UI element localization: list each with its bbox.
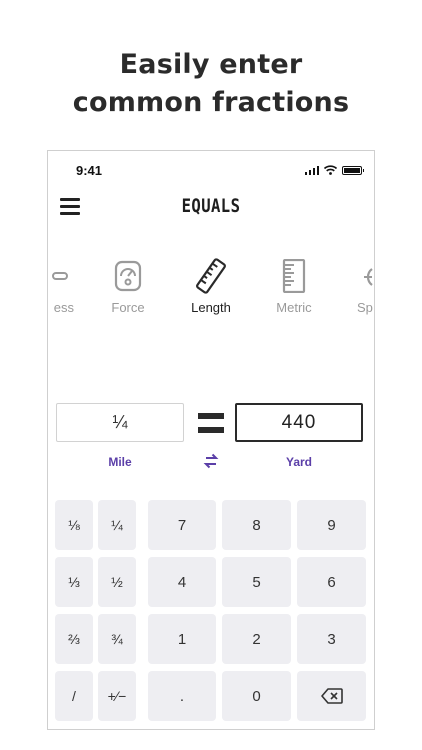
marketing-headline: Easily enter common fractions (0, 46, 422, 122)
key-1[interactable]: 1 (148, 614, 216, 664)
key-decimal[interactable]: . (148, 671, 216, 721)
key-two-thirds[interactable]: ⅔ (55, 614, 93, 664)
app-title: EQUALS (181, 195, 241, 217)
key-9[interactable]: 9 (297, 500, 366, 550)
key-2[interactable]: 2 (222, 614, 291, 664)
partial-icon (52, 272, 68, 280)
key-one-quarter[interactable]: ¼ (98, 500, 136, 550)
wifi-icon (324, 165, 337, 175)
category-label: Length (191, 300, 231, 315)
category-label: ess (53, 300, 74, 315)
key-one-eighth[interactable]: ⅛ (55, 500, 93, 550)
cellular-signal-icon (304, 165, 319, 175)
status-icons (304, 165, 364, 175)
category-speed-partial[interactable]: Sp (340, 256, 374, 315)
key-three-quarters[interactable]: ¾ (98, 614, 136, 664)
battery-icon (342, 165, 364, 175)
key-plus-minus[interactable]: +⁄− (98, 671, 136, 721)
backspace-key[interactable] (297, 671, 366, 721)
key-6[interactable]: 6 (297, 557, 366, 607)
category-length[interactable]: Length (176, 256, 246, 315)
key-fraction-slash[interactable]: / (55, 671, 93, 721)
to-value-input[interactable]: 440 (235, 403, 363, 442)
category-label: Metric (276, 300, 312, 315)
speed-icon (364, 268, 373, 286)
from-unit-selector[interactable]: Mile (56, 455, 184, 469)
key-7[interactable]: 7 (148, 500, 216, 550)
key-0[interactable]: 0 (222, 671, 291, 721)
scale-icon (114, 260, 142, 292)
key-one-third[interactable]: ⅓ (55, 557, 93, 607)
metric-ruler-icon (282, 259, 306, 293)
status-time: 9:41 (76, 163, 103, 178)
swap-units-icon[interactable] (203, 452, 219, 470)
headline-line-1: Easily enter (119, 49, 303, 80)
key-3[interactable]: 3 (297, 614, 366, 664)
category-metric[interactable]: Metric (259, 256, 329, 315)
key-8[interactable]: 8 (222, 500, 291, 550)
category-label: Sp (357, 300, 373, 315)
category-label: Force (111, 300, 145, 315)
headline-line-2: common fractions (72, 87, 350, 118)
category-force[interactable]: Force (93, 256, 163, 315)
to-unit-selector[interactable]: Yard (235, 455, 363, 469)
backspace-icon (320, 688, 343, 704)
phone-screen: 9:41 EQUALS ess Force Length Metric Sp ¼… (47, 150, 375, 730)
key-4[interactable]: 4 (148, 557, 216, 607)
equals-icon (198, 413, 224, 433)
category-partial-left[interactable]: ess (48, 256, 92, 315)
key-one-half[interactable]: ½ (98, 557, 136, 607)
ruler-icon (196, 258, 226, 294)
from-value-input[interactable]: ¼ (56, 403, 184, 442)
key-5[interactable]: 5 (222, 557, 291, 607)
